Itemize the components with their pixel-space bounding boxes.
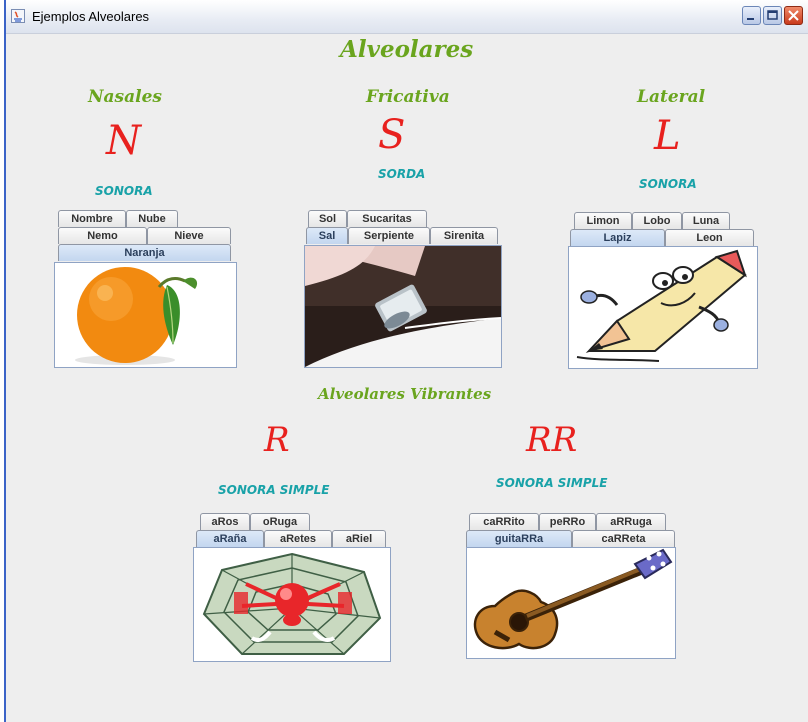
tab-carreta[interactable]: caRReta <box>572 530 675 547</box>
tab-sucaritas[interactable]: Sucaritas <box>347 210 427 227</box>
vibrantes-heading: Alveolares Vibrantes <box>318 385 492 403</box>
minimize-button[interactable] <box>742 6 761 25</box>
tab-arana[interactable]: aRaña <box>196 530 264 547</box>
salt-shaker-image <box>305 246 501 367</box>
nasales-image-panel <box>54 262 237 368</box>
r-image-panel <box>193 547 391 662</box>
maximize-icon <box>767 10 778 20</box>
r-letter: R <box>264 420 290 460</box>
lateral-heading: Lateral <box>637 87 706 107</box>
tab-nube[interactable]: Nube <box>126 210 178 227</box>
tab-nombre[interactable]: Nombre <box>58 210 126 227</box>
tab-lobo[interactable]: Lobo <box>632 212 682 229</box>
orange-image <box>75 267 198 365</box>
tab-sal[interactable]: Sal <box>306 227 348 244</box>
fricativa-image-panel <box>304 245 502 368</box>
tab-sol[interactable]: Sol <box>308 210 347 227</box>
fricativa-heading: Fricativa <box>366 87 450 107</box>
nasales-heading: Nasales <box>88 87 162 107</box>
tab-nemo[interactable]: Nemo <box>58 227 147 244</box>
tab-carrito[interactable]: caRRito <box>469 513 539 530</box>
tab-aretes[interactable]: aRetes <box>264 530 332 547</box>
tab-leon[interactable]: Leon <box>665 229 754 246</box>
tab-guitarra[interactable]: guitaRRa <box>466 530 572 547</box>
tab-oruga[interactable]: oRuga <box>250 513 310 530</box>
r-voicing: SONORA SIMPLE <box>218 483 330 497</box>
fricativa-voicing: SORDA <box>378 167 426 181</box>
rr-voicing: SONORA SIMPLE <box>496 476 608 490</box>
tab-serpiente[interactable]: Serpiente <box>348 227 430 244</box>
close-icon <box>788 10 799 21</box>
tab-lapiz[interactable]: Lapiz <box>570 229 665 246</box>
tab-limon[interactable]: Limon <box>574 212 632 229</box>
lateral-letter: L <box>654 113 681 159</box>
main-heading: Alveolares <box>340 36 474 63</box>
tab-ariel[interactable]: aRiel <box>332 530 386 547</box>
fricativa-letter: S <box>378 112 406 158</box>
tab-naranja[interactable]: Naranja <box>58 244 231 261</box>
minimize-icon <box>747 18 754 20</box>
tab-aros[interactable]: aRos <box>200 513 250 530</box>
close-button[interactable] <box>784 6 803 25</box>
tab-perro[interactable]: peRRo <box>539 513 596 530</box>
guitar-image <box>473 548 673 650</box>
nasales-voicing: SONORA <box>95 184 153 198</box>
tab-sirenita[interactable]: Sirenita <box>430 227 498 244</box>
window-title: Ejemplos Alveolares <box>32 9 150 24</box>
maximize-button[interactable] <box>763 6 782 25</box>
tab-arruga[interactable]: aRRuga <box>596 513 666 530</box>
lateral-voicing: SONORA <box>639 177 697 191</box>
nasales-letter: N <box>106 118 141 164</box>
title-bar[interactable]: Ejemplos Alveolares <box>6 0 808 34</box>
app-window: Ejemplos Alveolares Alveolares Nasales N… <box>6 0 808 722</box>
tab-nieve[interactable]: Nieve <box>147 227 231 244</box>
spider-web-image <box>202 552 382 655</box>
tab-luna[interactable]: Luna <box>682 212 730 229</box>
java-app-icon <box>11 9 25 23</box>
rr-image-panel <box>466 547 676 659</box>
pencil-cartoon-image <box>576 249 747 362</box>
rr-letter: RR <box>526 420 578 460</box>
lateral-image-panel <box>568 246 758 369</box>
